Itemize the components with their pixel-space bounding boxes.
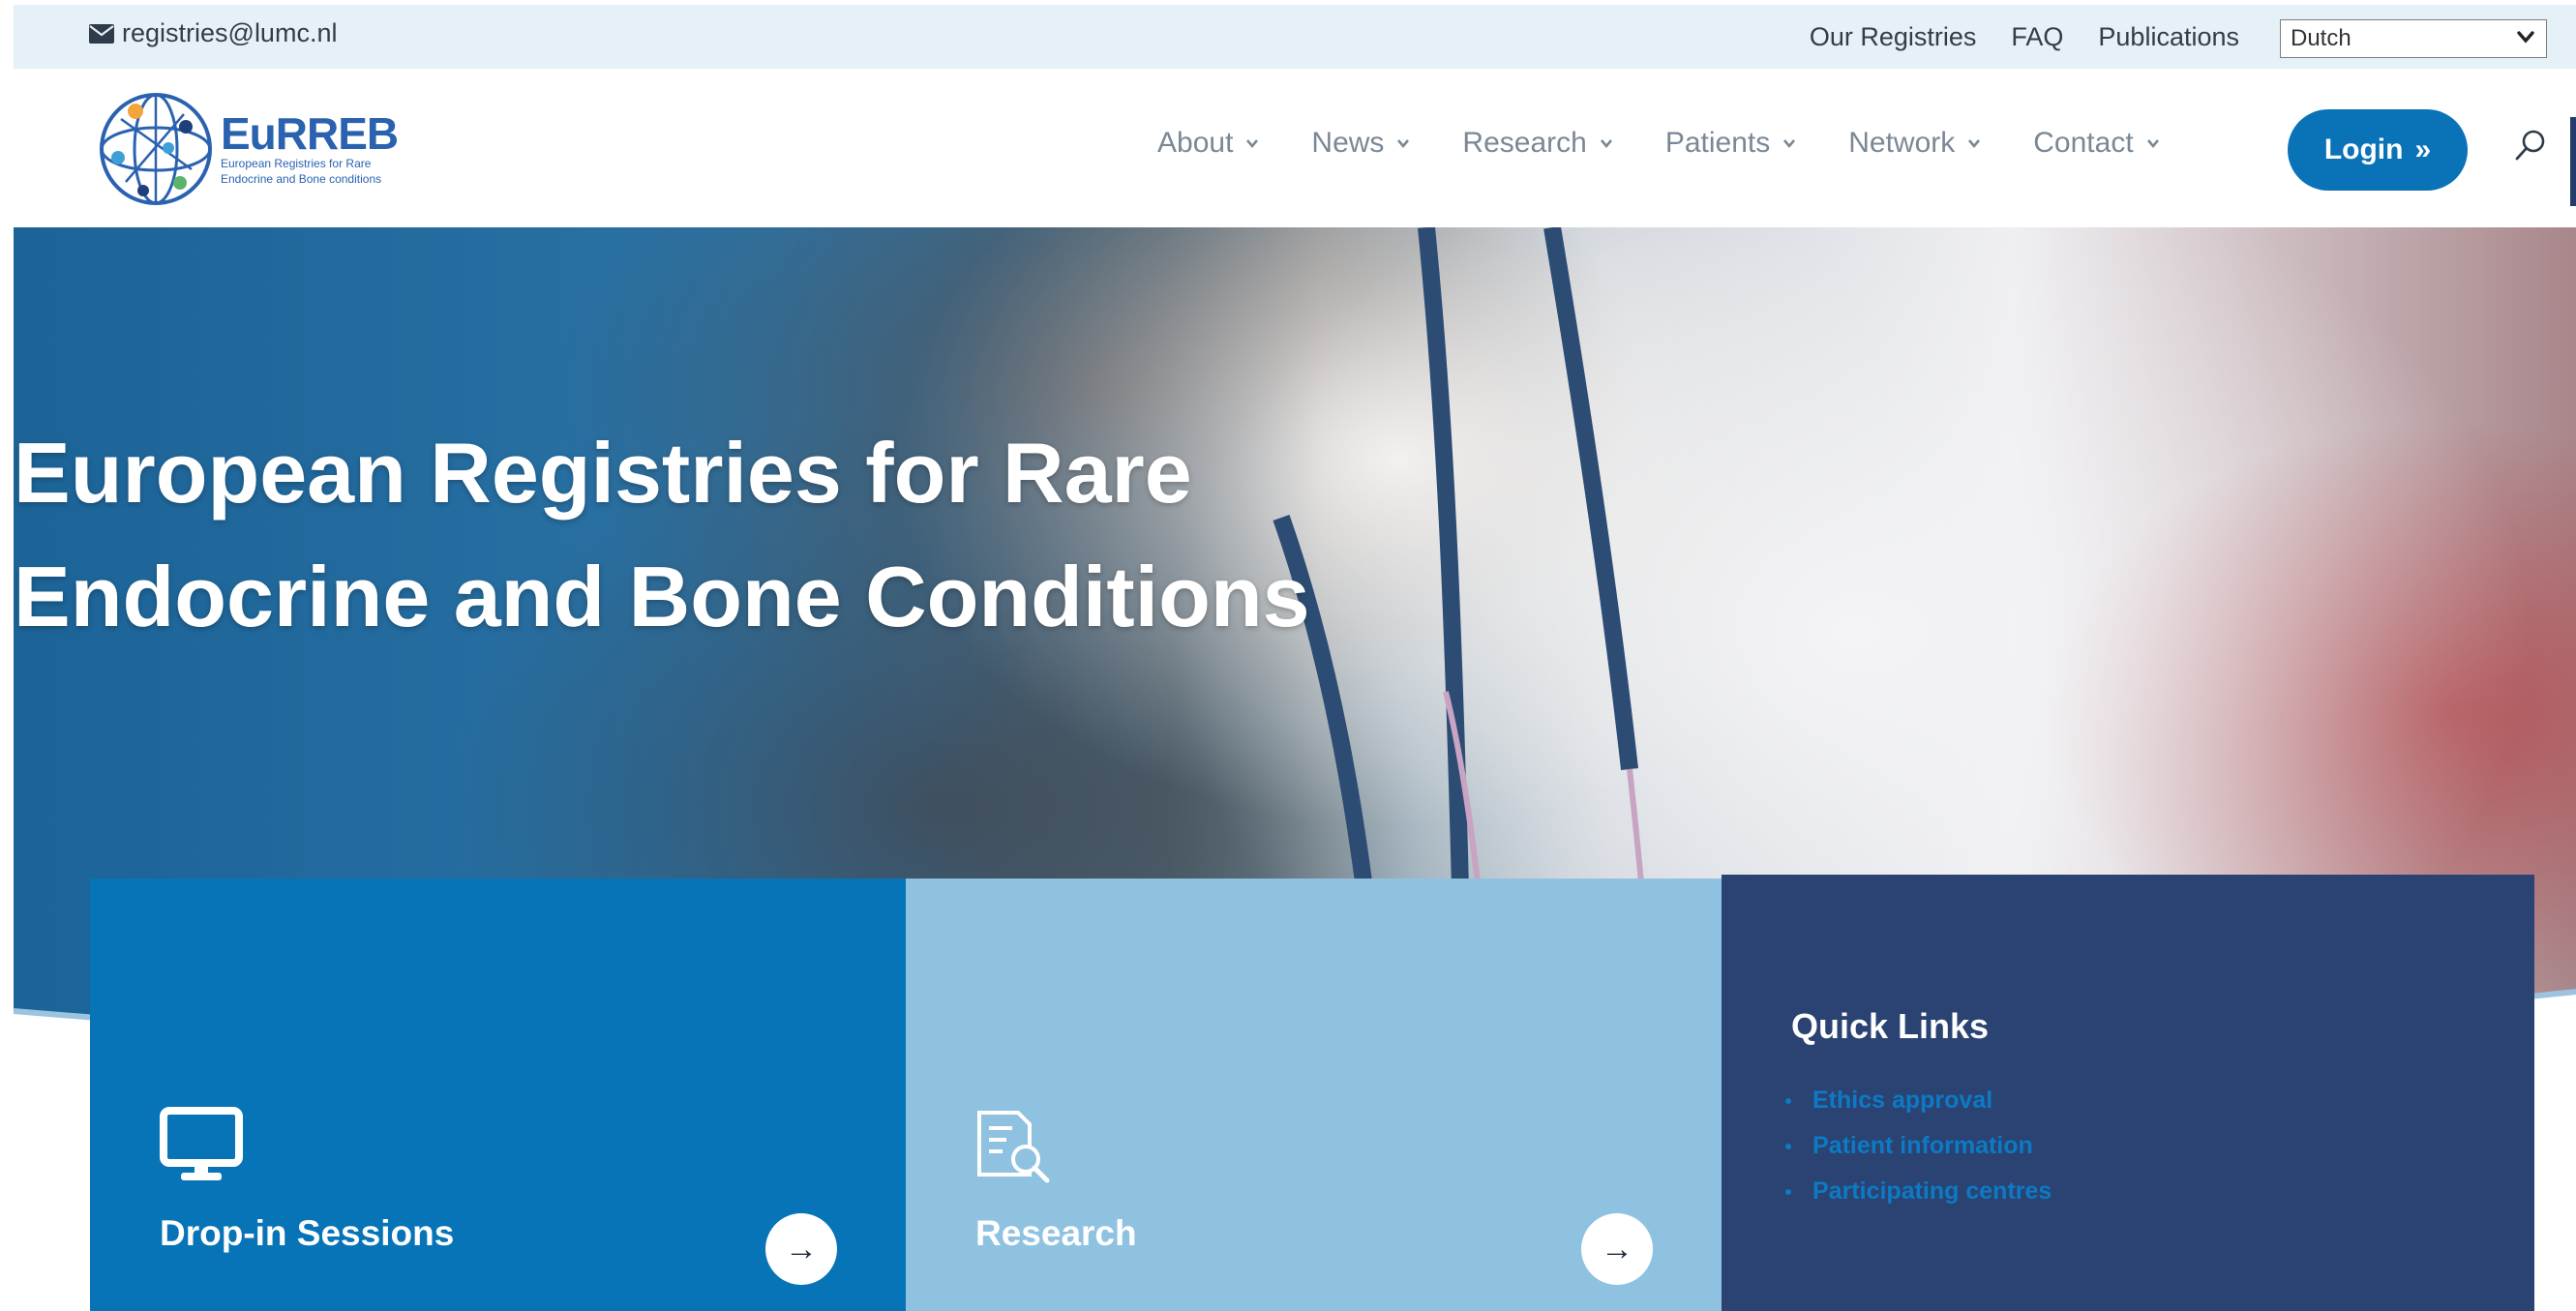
quick-links-list: Ethics approval Patient information Part… — [1785, 1078, 2052, 1214]
language-selected-value: Dutch — [2291, 25, 2351, 51]
site-logo[interactable]: EuRREB European Registries for Rare Endo… — [97, 90, 399, 208]
nav-label: About — [1157, 127, 1234, 159]
globe-network-icon — [100, 93, 212, 205]
chevron-down-icon — [1600, 139, 1612, 149]
quick-link-label: Patient information — [1812, 1132, 2033, 1159]
search-icon[interactable] — [2514, 129, 2547, 162]
hero-title-line-2: Endocrine and Bone Conditions — [14, 549, 1310, 644]
arrow-right-button[interactable]: → — [1581, 1213, 1653, 1285]
nav-label: News — [1311, 127, 1385, 159]
bullet-icon — [1785, 1143, 1791, 1149]
nav-contact[interactable]: Contact — [2033, 127, 2160, 160]
chevron-down-icon — [2146, 139, 2159, 149]
chevron-down-icon — [2517, 31, 2534, 44]
nav-label: Contact — [2033, 127, 2134, 159]
quick-link-label: Ethics approval — [1812, 1087, 1993, 1114]
nav-about[interactable]: About — [1157, 127, 1260, 160]
nav-research[interactable]: Research — [1462, 127, 1613, 160]
chevron-down-icon — [1968, 139, 1981, 149]
nav-label: Patients — [1664, 127, 1771, 159]
hero-title: European Registries for Rare Endocrine a… — [14, 411, 1465, 659]
chevron-down-icon — [1397, 139, 1410, 149]
quick-link-ethics-approval[interactable]: Ethics approval — [1785, 1078, 2052, 1123]
card-research[interactable]: Research → — [906, 879, 1722, 1311]
arrow-right-button[interactable]: → — [765, 1213, 837, 1285]
arrow-right-icon: → — [785, 1231, 818, 1267]
document-search-icon — [977, 1111, 1050, 1183]
chevron-down-icon — [1246, 139, 1259, 149]
utility-links: Our Registries FAQ Publications — [1810, 22, 2239, 52]
double-chevron-right-icon: » — [2414, 134, 2432, 165]
chevron-down-icon — [1783, 139, 1796, 149]
monitor-icon — [160, 1107, 243, 1180]
logo-brand: EuRREB — [221, 108, 399, 159]
main-nav: About News Research Patients Network Con… — [1157, 127, 2161, 160]
card-drop-in-sessions[interactable]: Drop-in Sessions → — [90, 879, 906, 1311]
link-faq[interactable]: FAQ — [2011, 22, 2063, 52]
side-panel-tab[interactable] — [2570, 117, 2576, 206]
nav-label: Research — [1462, 127, 1587, 159]
quick-link-label: Participating centres — [1812, 1177, 2052, 1205]
nav-label: Network — [1848, 127, 1956, 159]
site-header: EuRREB European Registries for Rare Endo… — [14, 69, 2576, 227]
language-select[interactable]: Dutch — [2280, 19, 2547, 58]
bullet-icon — [1785, 1188, 1791, 1195]
envelope-icon — [89, 23, 114, 44]
quick-links-title: Quick Links — [1791, 1006, 1990, 1046]
card-quick-links: Quick Links Ethics approval Patient info… — [1722, 875, 2534, 1311]
logo-tagline-2: Endocrine and Bone conditions — [221, 172, 382, 186]
link-publications[interactable]: Publications — [2098, 22, 2239, 52]
quick-link-participating-centres[interactable]: Participating centres — [1785, 1169, 2052, 1214]
link-our-registries[interactable]: Our Registries — [1810, 22, 1977, 52]
arrow-right-icon: → — [1601, 1231, 1633, 1267]
card-title: Research — [975, 1213, 1137, 1253]
top-utility-bar: registries@lumc.nl Our Registries FAQ Pu… — [14, 5, 2576, 69]
bullet-icon — [1785, 1097, 1791, 1104]
logo-text: EuRREB European Registries for Rare Endo… — [221, 108, 399, 187]
email-link[interactable]: registries@lumc.nl — [89, 18, 337, 48]
card-title: Drop-in Sessions — [160, 1213, 455, 1253]
nav-news[interactable]: News — [1311, 127, 1411, 160]
quick-link-patient-information[interactable]: Patient information — [1785, 1123, 2052, 1169]
login-button[interactable]: Login » — [2288, 109, 2468, 191]
nav-patients[interactable]: Patients — [1665, 127, 1797, 160]
hero-title-line-1: European Registries for Rare — [14, 425, 1192, 521]
nav-network[interactable]: Network — [1848, 127, 1982, 160]
login-label: Login — [2323, 134, 2404, 165]
email-text: registries@lumc.nl — [122, 18, 338, 47]
